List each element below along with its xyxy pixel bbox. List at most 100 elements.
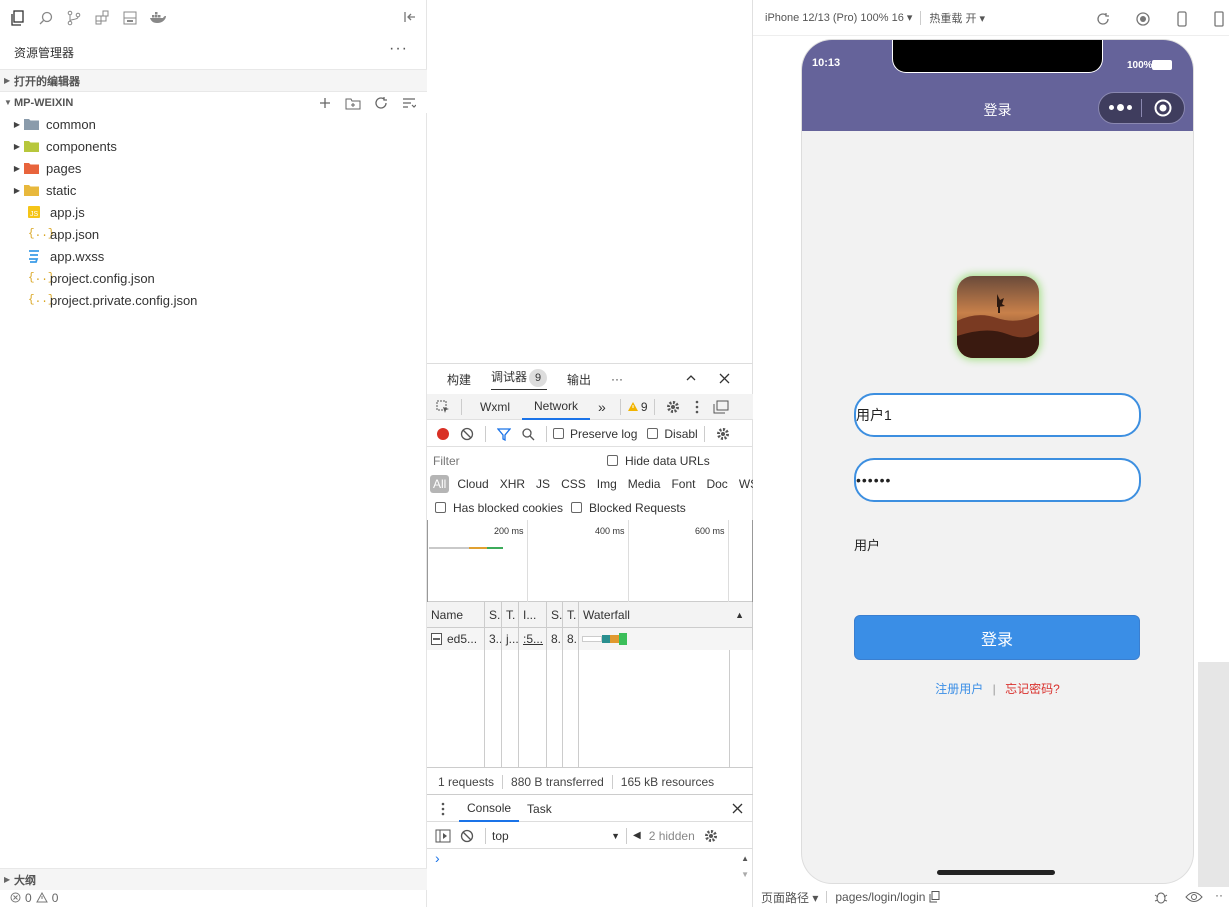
- clear-icon[interactable]: [455, 423, 479, 445]
- tree-folder[interactable]: ▶ components: [0, 135, 427, 157]
- tree-folder[interactable]: ▶ common: [0, 113, 427, 135]
- clear-console-icon[interactable]: [455, 825, 479, 847]
- storage-icon[interactable]: [116, 3, 144, 33]
- column-header-name[interactable]: Name: [427, 602, 485, 628]
- hot-reload-select[interactable]: 热重载 开 ▾: [929, 10, 985, 26]
- inspect-icon[interactable]: [431, 396, 455, 418]
- sidebar-toggle-icon[interactable]: [431, 825, 455, 847]
- tree-file[interactable]: {..} app.json: [0, 223, 427, 245]
- simulator-scrollbar[interactable]: [1198, 662, 1229, 887]
- hide-data-urls-checkbox[interactable]: [607, 455, 618, 466]
- rotate-icon[interactable]: [1096, 12, 1110, 26]
- collapse-all-icon[interactable]: [400, 95, 418, 111]
- settings-gear-icon[interactable]: [661, 396, 685, 418]
- drawer-menu-icon[interactable]: [431, 798, 455, 820]
- collapse-sidebar-icon[interactable]: [402, 9, 420, 27]
- search-icon[interactable]: [32, 3, 60, 33]
- undock-icon[interactable]: [709, 396, 733, 418]
- network-settings-gear-icon[interactable]: [711, 423, 735, 445]
- context-select[interactable]: top ▼: [492, 829, 620, 843]
- tab-debugger[interactable]: 调试器 9: [491, 368, 548, 390]
- tree-file[interactable]: {..} project.config.json: [0, 267, 427, 289]
- register-link[interactable]: 注册用户: [935, 682, 983, 696]
- password-input[interactable]: ••••••: [854, 458, 1141, 502]
- column-header-type[interactable]: T.: [502, 602, 519, 628]
- type-filter-img[interactable]: Img: [594, 475, 620, 493]
- eye-icon[interactable]: [1185, 891, 1203, 903]
- extensions-icon[interactable]: [88, 3, 116, 33]
- type-filter-xhr[interactable]: XHR: [497, 475, 528, 493]
- network-overview[interactable]: 200 ms 400 ms 600 ms: [427, 520, 753, 602]
- bug-icon[interactable]: [1153, 890, 1169, 904]
- type-filter-media[interactable]: Media: [625, 475, 664, 493]
- forgot-password-link[interactable]: 忘记密码?: [1005, 682, 1060, 696]
- username-input[interactable]: 用户1: [854, 393, 1141, 437]
- preserve-log-checkbox[interactable]: [553, 428, 564, 439]
- more-icon[interactable]: ··: [1215, 888, 1223, 902]
- tab-network[interactable]: Network: [522, 394, 591, 420]
- copy-icon[interactable]: [929, 891, 940, 903]
- tree-file[interactable]: JS app.js: [0, 201, 427, 223]
- source-control-icon[interactable]: [60, 3, 88, 33]
- tree-file[interactable]: app.wxss: [0, 245, 427, 267]
- column-header-initiator[interactable]: I...: [519, 602, 547, 628]
- type-filter-font[interactable]: Font: [668, 475, 698, 493]
- scroll-up-icon[interactable]: ▲: [741, 854, 749, 863]
- warnings-counter[interactable]: 9: [627, 400, 648, 414]
- tab-build[interactable]: 构建: [447, 371, 471, 388]
- open-editors-section[interactable]: ▶ 打开的编辑器: [0, 69, 427, 91]
- disable-cache-checkbox[interactable]: [647, 428, 659, 439]
- type-filter-cloud[interactable]: Cloud: [454, 475, 491, 493]
- type-filter-all[interactable]: All: [430, 475, 450, 493]
- status-bar[interactable]: 0 0: [0, 888, 427, 907]
- kebab-menu-icon[interactable]: [685, 396, 709, 418]
- search-icon[interactable]: [516, 423, 540, 445]
- files-icon[interactable]: [4, 3, 32, 33]
- new-file-icon[interactable]: [316, 95, 334, 111]
- blocked-cookies-checkbox[interactable]: [435, 502, 446, 513]
- tab-output[interactable]: 输出: [567, 371, 591, 388]
- blocked-requests-checkbox[interactable]: [571, 502, 582, 513]
- user-type-picker[interactable]: 用户: [854, 535, 880, 554]
- login-button[interactable]: 登录: [854, 615, 1140, 660]
- column-header-waterfall[interactable]: Waterfall ▲: [579, 602, 753, 628]
- record-icon[interactable]: [431, 423, 455, 445]
- close-miniprogram-icon[interactable]: [1142, 99, 1184, 117]
- tree-file[interactable]: {..} project.private.config.json: [0, 289, 427, 311]
- request-initiator[interactable]: :5...: [519, 628, 547, 650]
- new-folder-icon[interactable]: [344, 95, 362, 111]
- outline-section[interactable]: ▶ 大纲: [0, 868, 427, 890]
- chevron-up-icon[interactable]: [685, 372, 697, 384]
- tree-folder[interactable]: ▶ pages: [0, 157, 427, 179]
- filter-icon[interactable]: [492, 423, 516, 445]
- column-header-size[interactable]: S.: [547, 602, 563, 628]
- tab-task[interactable]: Task: [519, 797, 560, 821]
- tab-console[interactable]: Console: [459, 796, 520, 822]
- column-header-time[interactable]: T.: [563, 602, 579, 628]
- console-input[interactable]: › ▲ ▼: [427, 850, 753, 886]
- more-tools-icon[interactable]: [1213, 11, 1225, 27]
- device-select[interactable]: iPhone 12/13 (Pro) 100% 16 ▾: [765, 11, 912, 24]
- page-path-menu[interactable]: 页面路径 ▾: [761, 889, 818, 906]
- explorer-more-button[interactable]: ···: [389, 40, 408, 58]
- scroll-down-icon[interactable]: ▼: [741, 870, 749, 879]
- record-stop-icon[interactable]: [1136, 12, 1150, 26]
- close-icon[interactable]: [719, 373, 730, 384]
- tab-wxml[interactable]: Wxml: [468, 395, 522, 419]
- filter-area: Hide data URLs AllCloud XHR JS CSS Img MediaF…: [427, 448, 758, 520]
- type-filter-js[interactable]: JS: [533, 475, 553, 493]
- docker-icon[interactable]: [144, 3, 172, 33]
- type-filter-css[interactable]: CSS: [558, 475, 589, 493]
- refresh-icon[interactable]: [372, 95, 390, 111]
- more-panels-button[interactable]: »: [590, 399, 614, 415]
- console-settings-gear-icon[interactable]: [699, 825, 723, 847]
- filter-input[interactable]: [431, 452, 593, 470]
- close-drawer-icon[interactable]: [732, 803, 743, 814]
- tabs-more-button[interactable]: ···: [611, 372, 623, 386]
- tree-folder[interactable]: ▶ static: [0, 179, 427, 201]
- table-row[interactable]: ed5... 3.. j... :5... 8.. 8..: [427, 628, 753, 650]
- type-filter-doc[interactable]: Doc: [703, 475, 730, 493]
- phone-icon[interactable]: [1176, 11, 1188, 27]
- column-header-status[interactable]: S.: [485, 602, 502, 628]
- more-options-icon[interactable]: [1099, 104, 1141, 111]
